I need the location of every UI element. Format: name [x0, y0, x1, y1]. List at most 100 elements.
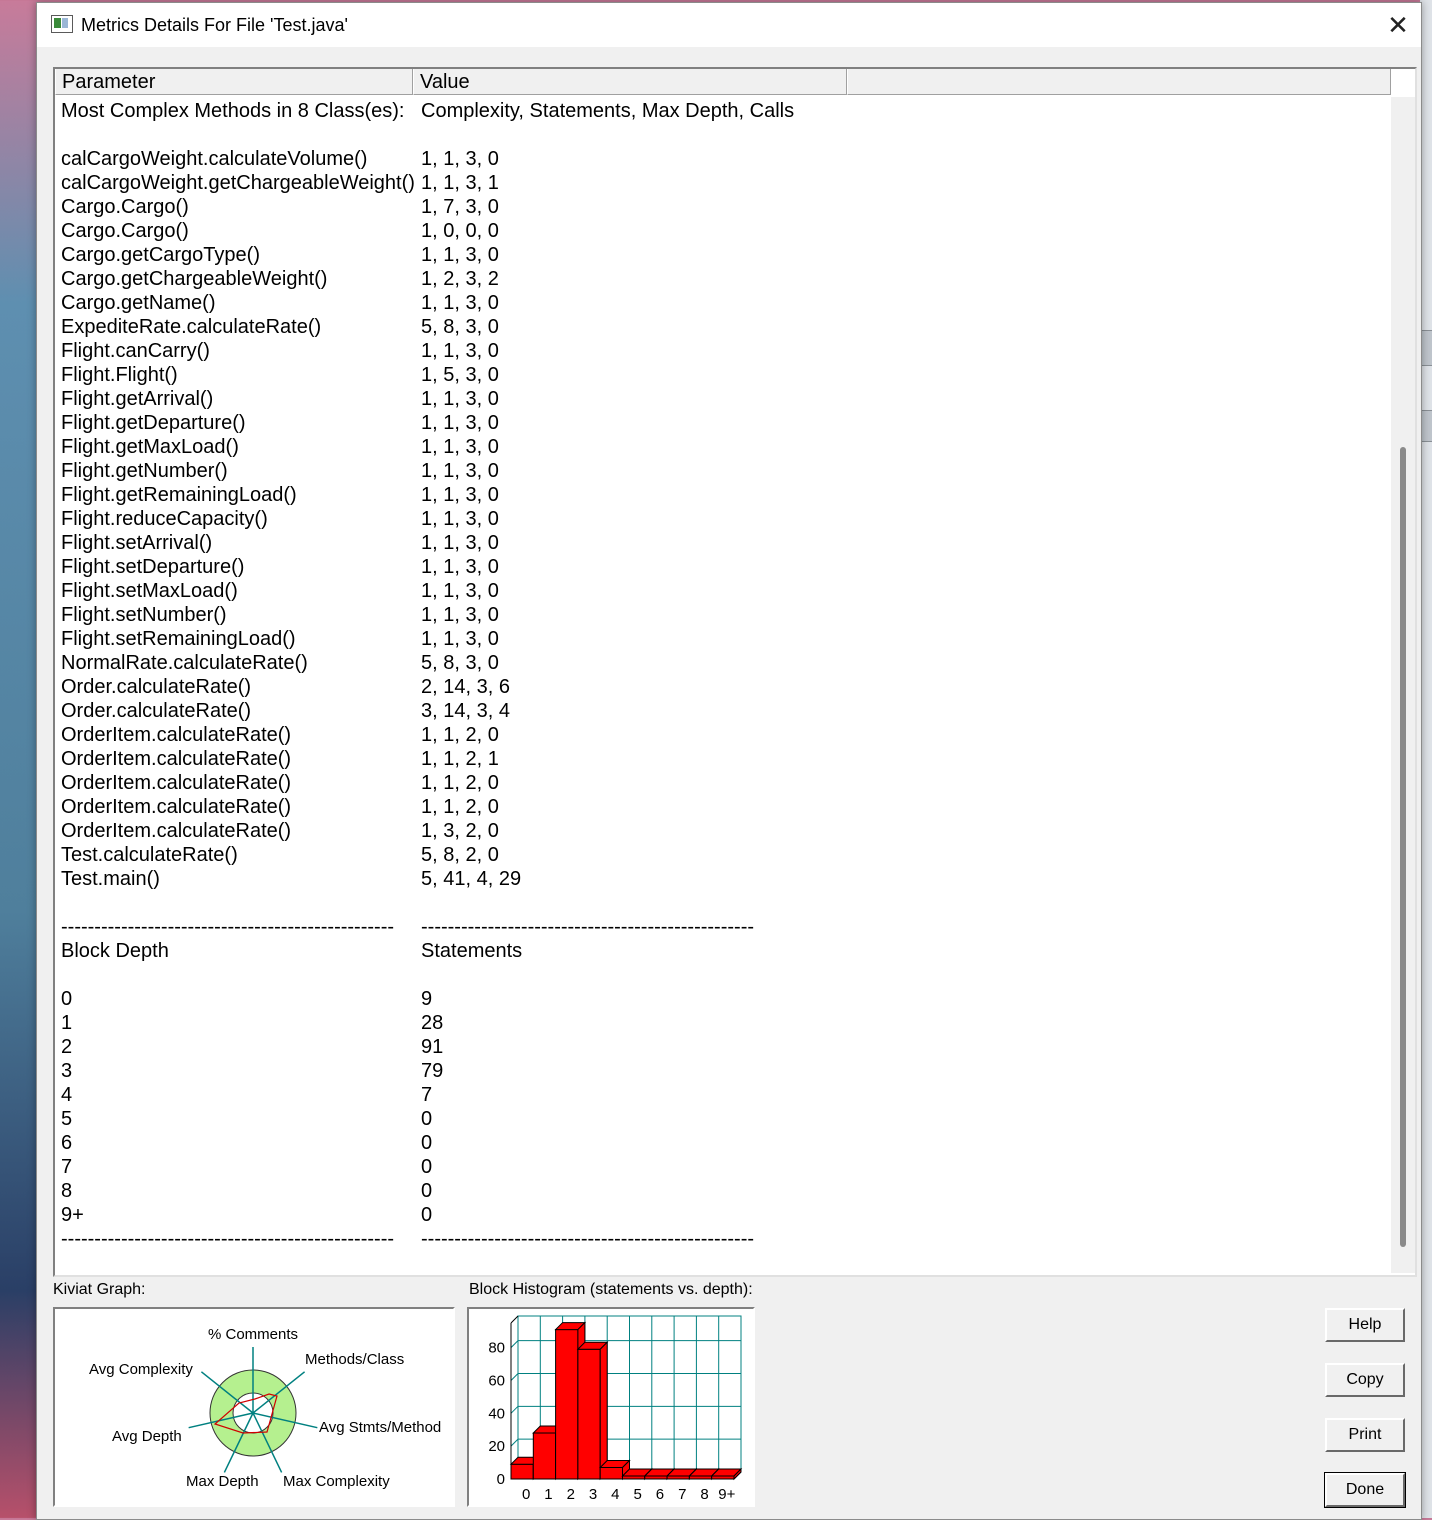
- value-cell: 79: [421, 1060, 444, 1082]
- parameter-cell: Most Complex Methods in 8 Class(es):: [61, 100, 405, 122]
- title-bar[interactable]: Metrics Details For File 'Test.java' ✕: [37, 3, 1421, 47]
- parameter-cell: 1: [61, 1012, 73, 1034]
- x-tick-label: 9+: [718, 1486, 735, 1503]
- column-header-empty[interactable]: [847, 69, 1391, 95]
- parameter-cell: Cargo.getName(): [61, 292, 216, 314]
- parameter-cell: 0: [61, 988, 73, 1010]
- kiviat-axis-label: Methods/Class: [305, 1351, 404, 1368]
- column-header-value[interactable]: Value: [413, 69, 847, 95]
- kiviat-axis-label: Avg Stmts/Method: [319, 1419, 441, 1436]
- metrics-details-dialog: Metrics Details For File 'Test.java' ✕ P…: [36, 2, 1422, 1520]
- parameter-cell: Flight.Flight(): [61, 364, 178, 386]
- kiviat-graph: % Comments Methods/Class Avg Stmts/Metho…: [53, 1307, 455, 1507]
- close-button[interactable]: ✕: [1375, 3, 1421, 47]
- parameter-cell: Cargo.getChargeableWeight(): [61, 268, 328, 290]
- value-cell: 1, 2, 3, 2: [421, 268, 499, 290]
- value-cell: 1, 1, 3, 0: [421, 436, 499, 458]
- parameter-cell: Flight.getDeparture(): [61, 412, 246, 434]
- parameter-cell: 4: [61, 1084, 73, 1106]
- value-cell: 91: [421, 1036, 444, 1058]
- y-tick-label: 0: [497, 1471, 505, 1488]
- parameter-cell: Flight.canCarry(): [61, 340, 210, 362]
- value-cell: 7: [421, 1084, 433, 1106]
- parameter-cell: ExpediteRate.calculateRate(): [61, 316, 322, 338]
- value-cell: 1, 1, 2, 0: [421, 772, 499, 794]
- x-tick-label: 1: [544, 1486, 552, 1503]
- parameter-cell: Flight.getNumber(): [61, 460, 228, 482]
- y-tick-label: 80: [488, 1340, 505, 1357]
- scrollbar-thumb[interactable]: [1400, 447, 1406, 1247]
- parameter-cell: Flight.setDeparture(): [61, 556, 245, 578]
- value-cell: 0: [421, 1156, 433, 1178]
- value-cell: 1, 1, 3, 0: [421, 628, 499, 650]
- histogram-axis-edge: [510, 1315, 519, 1324]
- parameter-cell: Cargo.Cargo(): [61, 220, 189, 242]
- x-tick-label: 2: [567, 1486, 575, 1503]
- parameter-cell: OrderItem.calculateRate(): [61, 748, 292, 770]
- x-tick-label: 0: [522, 1486, 530, 1503]
- x-tick-label: 4: [611, 1486, 619, 1503]
- value-cell: 1, 1, 3, 0: [421, 340, 499, 362]
- histogram-svg: 0204060800 1 2 3 4 5 6 7 8 9+: [488, 1315, 743, 1503]
- value-cell: 1, 1, 3, 0: [421, 532, 499, 554]
- histogram-bar: [555, 1329, 579, 1480]
- parameter-cell: Order.calculateRate(): [61, 676, 252, 698]
- value-cell: Complexity, Statements, Max Depth, Calls: [421, 100, 795, 122]
- x-tick-label: 8: [700, 1486, 708, 1503]
- close-icon: ✕: [1387, 10, 1409, 40]
- metrics-list[interactable]: Parameter Value Most Complex Methods in …: [53, 67, 1417, 1277]
- value-cell: 1, 1, 3, 0: [421, 604, 499, 626]
- histogram-bar: [599, 1467, 623, 1480]
- parameter-cell: Flight.setRemainingLoad(): [61, 628, 296, 650]
- parameter-cell: calCargoWeight.calculateVolume(): [61, 148, 368, 170]
- value-cell: 1, 1, 3, 0: [421, 556, 499, 578]
- y-tick-label: 60: [488, 1372, 505, 1389]
- histogram-bar: [532, 1432, 557, 1480]
- parameter-cell: OrderItem.calculateRate(): [61, 724, 292, 746]
- value-cell: 5, 41, 4, 29: [421, 868, 522, 890]
- app-icon: [51, 15, 73, 33]
- value-cell: 1, 3, 2, 0: [421, 820, 499, 842]
- value-cell: 0: [421, 1180, 433, 1202]
- kiviat-axis-label: % Comments: [208, 1326, 298, 1343]
- parameter-cell: Flight.reduceCapacity(): [61, 508, 268, 530]
- value-cell: 1, 1, 3, 0: [421, 460, 499, 482]
- value-cell: 5, 8, 2, 0: [421, 844, 499, 866]
- histogram-gridline-side: [510, 1405, 519, 1414]
- parameter-cell: Flight.getRemainingLoad(): [61, 484, 297, 506]
- histogram-gridline-side: [510, 1340, 519, 1348]
- histogram-gridline-side: [510, 1373, 519, 1381]
- vertical-scrollbar[interactable]: [1391, 97, 1415, 1273]
- parameter-cell: 2: [61, 1036, 73, 1058]
- value-cell: 1, 1, 2, 0: [421, 724, 499, 746]
- parameter-cell: Test.main(): [61, 868, 160, 890]
- value-cell: 1, 1, 3, 0: [421, 412, 499, 434]
- value-cell: 1, 1, 3, 0: [421, 148, 499, 170]
- value-cell: Statements: [421, 940, 523, 962]
- x-tick-label: 5: [633, 1486, 641, 1503]
- done-button[interactable]: Done: [1324, 1472, 1406, 1508]
- parameter-cell: Flight.setArrival(): [61, 532, 213, 554]
- print-button[interactable]: Print: [1325, 1418, 1405, 1452]
- parameter-cell: Cargo.Cargo(): [61, 196, 189, 218]
- parameter-cell: Block Depth: [61, 940, 169, 962]
- copy-button[interactable]: Copy: [1325, 1363, 1405, 1397]
- value-cell: 2, 14, 3, 6: [421, 676, 510, 698]
- value-cell: 28: [421, 1012, 444, 1034]
- value-cell: 1, 1, 2, 0: [421, 796, 499, 818]
- parameter-cell: 7: [61, 1156, 73, 1178]
- value-cell: 1, 0, 0, 0: [421, 220, 499, 242]
- value-cell: ----------------------------------------…: [421, 1228, 755, 1250]
- value-cell: 1, 1, 3, 0: [421, 580, 499, 602]
- histogram-gridline-side: [510, 1438, 519, 1447]
- value-cell: 0: [421, 1204, 433, 1226]
- column-header-parameter[interactable]: Parameter: [55, 69, 413, 95]
- value-cell: 1, 1, 3, 0: [421, 388, 499, 410]
- help-button[interactable]: Help: [1325, 1308, 1405, 1342]
- parameter-cell: Flight.getArrival(): [61, 388, 214, 410]
- x-tick-label: 7: [678, 1486, 686, 1503]
- value-cell: 1, 1, 2, 1: [421, 748, 499, 770]
- parameter-cell: OrderItem.calculateRate(): [61, 796, 292, 818]
- value-cell: 1, 1, 3, 1: [421, 172, 499, 194]
- histogram-bar-side: [599, 1341, 608, 1481]
